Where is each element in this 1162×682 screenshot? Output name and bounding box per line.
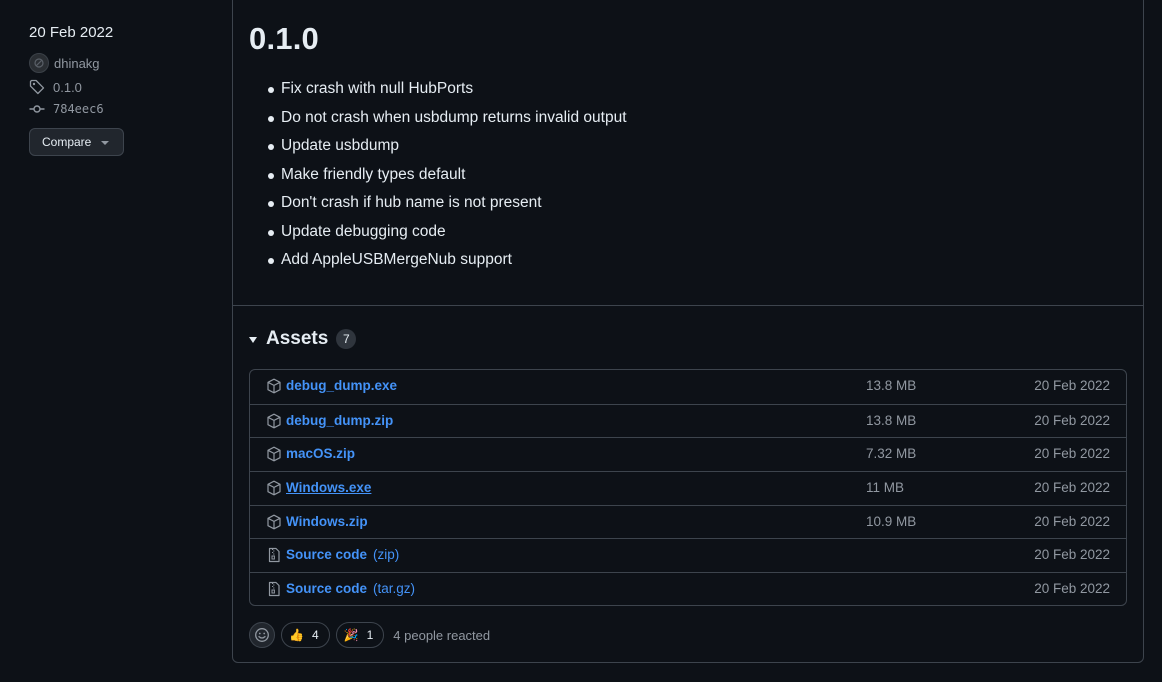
assets-toggle[interactable]: Assets 7 bbox=[249, 328, 357, 350]
divider bbox=[233, 305, 1143, 306]
tada-icon: 🎉 bbox=[343, 628, 359, 642]
package-icon bbox=[267, 480, 281, 496]
release-author[interactable]: dhinakg bbox=[29, 52, 219, 74]
asset-row: Source code (zip) 20 Feb 2022 bbox=[250, 538, 1126, 572]
assets-list: debug_dump.exe 13.8 MB 20 Feb 2022 debug… bbox=[249, 369, 1127, 606]
asset-date: 20 Feb 2022 bbox=[1034, 480, 1110, 496]
reaction-count: 4 bbox=[311, 628, 319, 642]
asset-size: 7.32 MB bbox=[866, 446, 917, 462]
asset-link[interactable]: debug_dump.zip bbox=[286, 413, 393, 428]
asset-row: macOS.zip 7.32 MB 20 Feb 2022 bbox=[250, 437, 1126, 471]
asset-link[interactable]: debug_dump.exe bbox=[286, 378, 397, 393]
asset-date: 20 Feb 2022 bbox=[1034, 513, 1110, 529]
assets-heading: Assets bbox=[266, 328, 329, 349]
asset-date: 20 Feb 2022 bbox=[1034, 412, 1110, 428]
package-icon bbox=[267, 514, 281, 530]
asset-date: 20 Feb 2022 bbox=[1034, 378, 1110, 393]
author-name[interactable]: dhinakg bbox=[54, 56, 100, 71]
asset-row: Source code (tar.gz) 20 Feb 2022 bbox=[250, 572, 1126, 605]
asset-size: 13.8 MB bbox=[866, 378, 917, 393]
commit-icon bbox=[29, 105, 45, 113]
asset-row: Windows.zip 10.9 MB 20 Feb 2022 bbox=[250, 504, 1126, 539]
asset-link-suffix[interactable]: (zip) bbox=[373, 547, 399, 562]
release-card: 0.1.0 Fix crash with null HubPorts Do no… bbox=[232, 0, 1144, 663]
smiley-icon bbox=[255, 628, 269, 642]
asset-row: Windows.exe 11 MB 20 Feb 2022 bbox=[250, 471, 1126, 505]
list-item: Add AppleUSBMergeNub support bbox=[250, 248, 627, 277]
asset-link-suffix[interactable]: (tar.gz) bbox=[373, 581, 415, 596]
avatar[interactable] bbox=[29, 53, 49, 73]
asset-size: 13.8 MB bbox=[866, 412, 917, 428]
asset-date: 20 Feb 2022 bbox=[1034, 446, 1110, 462]
package-icon bbox=[267, 413, 281, 429]
asset-size: 11 MB bbox=[866, 480, 905, 496]
chevron-down-icon bbox=[101, 141, 110, 145]
package-icon bbox=[267, 446, 281, 462]
reaction-thumbs-up-button[interactable]: 👍 4 bbox=[281, 622, 330, 648]
file-zip-icon bbox=[268, 548, 280, 563]
list-item: Do not crash when usbdump returns invali… bbox=[250, 106, 627, 135]
asset-link[interactable]: Source code (zip) bbox=[286, 547, 399, 562]
triangle-down-icon bbox=[249, 336, 257, 343]
assets-count-badge: 7 bbox=[336, 329, 357, 349]
asset-row: debug_dump.exe 13.8 MB 20 Feb 2022 bbox=[250, 370, 1126, 404]
release-tag[interactable]: 0.1.0 bbox=[29, 76, 219, 98]
asset-link[interactable]: Windows.exe bbox=[286, 480, 371, 495]
asset-date: 20 Feb 2022 bbox=[1034, 547, 1110, 563]
asset-date: 20 Feb 2022 bbox=[1034, 581, 1110, 597]
avatar-image-icon bbox=[34, 58, 44, 68]
release-notes: Fix crash with null HubPorts Do not cras… bbox=[250, 77, 627, 277]
release-meta: 20 Feb 2022 dhinakg 0.1.0 784eec6 Compar… bbox=[29, 22, 219, 156]
asset-link-label[interactable]: Source code bbox=[286, 547, 367, 562]
asset-row: debug_dump.zip 13.8 MB 20 Feb 2022 bbox=[250, 403, 1126, 438]
reaction-tada-button[interactable]: 🎉 1 bbox=[335, 622, 385, 648]
list-item: Don't crash if hub name is not present bbox=[250, 191, 627, 220]
list-item: Update usbdump bbox=[250, 134, 627, 163]
compare-button[interactable]: Compare bbox=[29, 128, 124, 156]
tag-icon bbox=[29, 79, 45, 95]
reaction-count: 1 bbox=[366, 628, 374, 642]
package-icon bbox=[267, 378, 281, 394]
compare-label: Compare bbox=[42, 135, 92, 149]
asset-link-label[interactable]: Source code bbox=[286, 581, 367, 596]
release-commit[interactable]: 784eec6 bbox=[29, 98, 219, 120]
reactions-summary[interactable]: 4 people reacted bbox=[393, 628, 490, 643]
asset-link[interactable]: macOS.zip bbox=[286, 446, 355, 461]
file-zip-icon bbox=[268, 582, 280, 597]
commit-sha[interactable]: 784eec6 bbox=[53, 102, 104, 116]
tag-label[interactable]: 0.1.0 bbox=[53, 80, 82, 95]
list-item: Fix crash with null HubPorts bbox=[250, 77, 627, 106]
add-reaction-button[interactable] bbox=[249, 622, 275, 648]
asset-link[interactable]: Windows.zip bbox=[286, 514, 368, 529]
release-date: 20 Feb 2022 bbox=[29, 24, 114, 41]
asset-size: 10.9 MB bbox=[866, 513, 917, 529]
thumbs-up-icon: 👍 bbox=[289, 628, 304, 642]
asset-link[interactable]: Source code (tar.gz) bbox=[286, 581, 415, 596]
list-item: Make friendly types default bbox=[250, 163, 627, 192]
reactions-bar: 👍 4 🎉 1 4 people reacted bbox=[249, 622, 490, 648]
release-title[interactable]: 0.1.0 bbox=[249, 21, 319, 57]
list-item: Update debugging code bbox=[250, 220, 627, 249]
